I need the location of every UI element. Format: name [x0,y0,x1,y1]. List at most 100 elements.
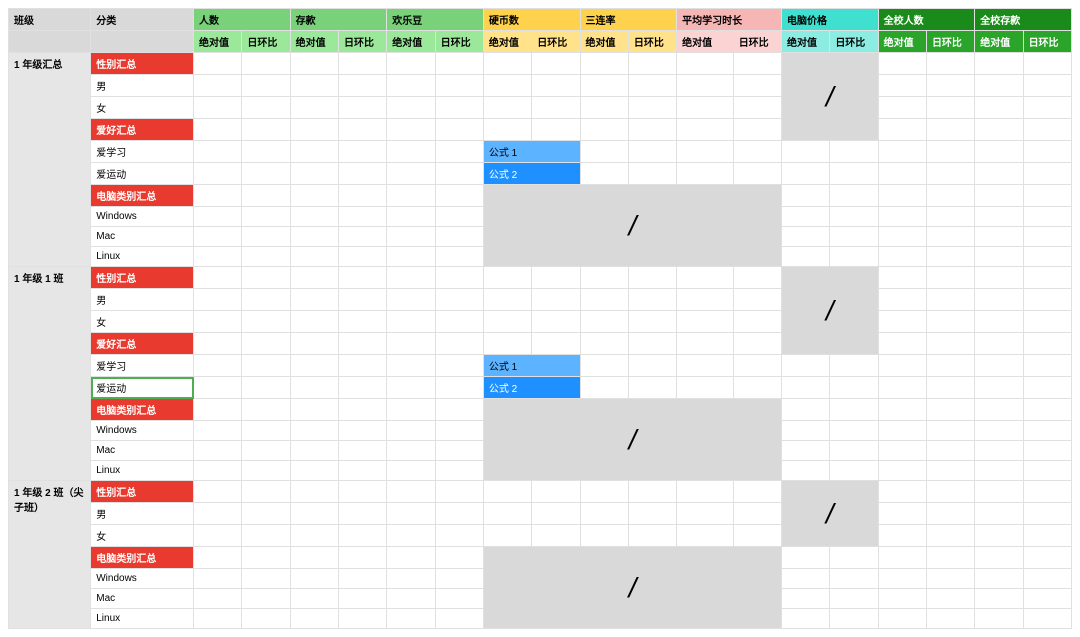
data-cell[interactable] [435,207,483,227]
data-cell[interactable] [733,355,781,377]
data-cell[interactable] [242,53,290,75]
data-cell[interactable] [830,399,878,421]
data-cell[interactable] [878,97,926,119]
data-cell[interactable] [532,289,580,311]
data-cell[interactable] [1023,185,1071,207]
data-cell[interactable] [242,163,290,185]
data-cell[interactable] [782,609,830,629]
data-cell[interactable] [290,267,338,289]
data-cell[interactable] [338,267,386,289]
data-cell[interactable] [194,311,242,333]
data-cell[interactable] [242,525,290,547]
data-cell[interactable] [975,97,1023,119]
data-cell[interactable] [878,441,926,461]
data-cell[interactable] [1023,421,1071,441]
data-cell[interactable] [242,311,290,333]
data-cell[interactable] [338,185,386,207]
data-cell[interactable] [733,289,781,311]
data-cell[interactable] [242,377,290,399]
data-cell[interactable] [338,97,386,119]
data-cell[interactable] [194,441,242,461]
data-cell[interactable] [580,267,628,289]
category-label[interactable]: Windows [91,421,194,441]
data-cell[interactable] [628,333,676,355]
data-cell[interactable] [975,461,1023,481]
data-cell[interactable] [435,141,483,163]
data-cell[interactable] [1023,141,1071,163]
data-cell[interactable] [926,97,974,119]
category-label[interactable]: 电脑类别汇总 [91,547,194,569]
data-cell[interactable] [338,333,386,355]
data-cell[interactable] [387,481,435,503]
data-cell[interactable] [290,333,338,355]
data-cell[interactable] [926,119,974,141]
category-label[interactable]: 性别汇总 [91,267,194,289]
data-cell[interactable] [242,207,290,227]
category-label[interactable]: 爱运动 [91,163,194,185]
data-cell[interactable] [1023,289,1071,311]
data-cell[interactable] [435,355,483,377]
data-cell[interactable] [677,333,734,355]
data-cell[interactable] [194,333,242,355]
data-cell[interactable] [435,421,483,441]
data-cell[interactable] [483,119,531,141]
data-cell[interactable] [975,547,1023,569]
data-cell[interactable] [194,75,242,97]
data-cell[interactable] [580,119,628,141]
data-cell[interactable] [926,609,974,629]
data-cell[interactable] [435,163,483,185]
data-cell[interactable] [387,163,435,185]
data-cell[interactable] [290,525,338,547]
data-cell[interactable] [975,589,1023,609]
data-cell[interactable] [830,355,878,377]
category-label[interactable]: 性别汇总 [91,481,194,503]
data-cell[interactable] [878,399,926,421]
data-cell[interactable] [194,355,242,377]
data-cell[interactable] [532,503,580,525]
data-cell[interactable] [677,355,734,377]
data-cell[interactable] [926,289,974,311]
data-cell[interactable] [677,119,734,141]
data-cell[interactable] [926,53,974,75]
data-cell[interactable] [878,333,926,355]
data-cell[interactable] [782,589,830,609]
data-cell[interactable] [580,503,628,525]
data-cell[interactable] [194,569,242,589]
data-cell[interactable] [830,185,878,207]
data-cell[interactable] [338,247,386,267]
data-cell[interactable] [194,247,242,267]
data-cell[interactable] [975,399,1023,421]
data-cell[interactable] [975,247,1023,267]
data-cell[interactable] [194,421,242,441]
data-cell[interactable] [1023,503,1071,525]
data-cell[interactable] [532,119,580,141]
category-label[interactable]: Mac [91,227,194,247]
data-cell[interactable] [830,569,878,589]
data-cell[interactable] [387,267,435,289]
category-label[interactable]: 男 [91,75,194,97]
data-cell[interactable] [194,589,242,609]
data-cell[interactable] [1023,377,1071,399]
data-cell[interactable] [338,421,386,441]
data-cell[interactable] [782,355,830,377]
data-cell[interactable] [628,141,676,163]
category-label[interactable]: Linux [91,461,194,481]
category-label[interactable]: 爱运动 [91,377,194,399]
data-cell[interactable] [733,377,781,399]
data-cell[interactable] [532,75,580,97]
data-cell[interactable] [338,377,386,399]
data-cell[interactable] [290,481,338,503]
data-cell[interactable] [677,503,734,525]
data-cell[interactable] [878,247,926,267]
data-cell[interactable] [782,547,830,569]
data-cell[interactable] [580,311,628,333]
data-cell[interactable] [926,163,974,185]
data-cell[interactable] [1023,227,1071,247]
data-cell[interactable] [878,481,926,503]
data-cell[interactable] [290,119,338,141]
data-cell[interactable] [830,227,878,247]
data-cell[interactable] [830,141,878,163]
data-cell[interactable] [926,185,974,207]
data-cell[interactable] [435,289,483,311]
data-cell[interactable] [926,227,974,247]
